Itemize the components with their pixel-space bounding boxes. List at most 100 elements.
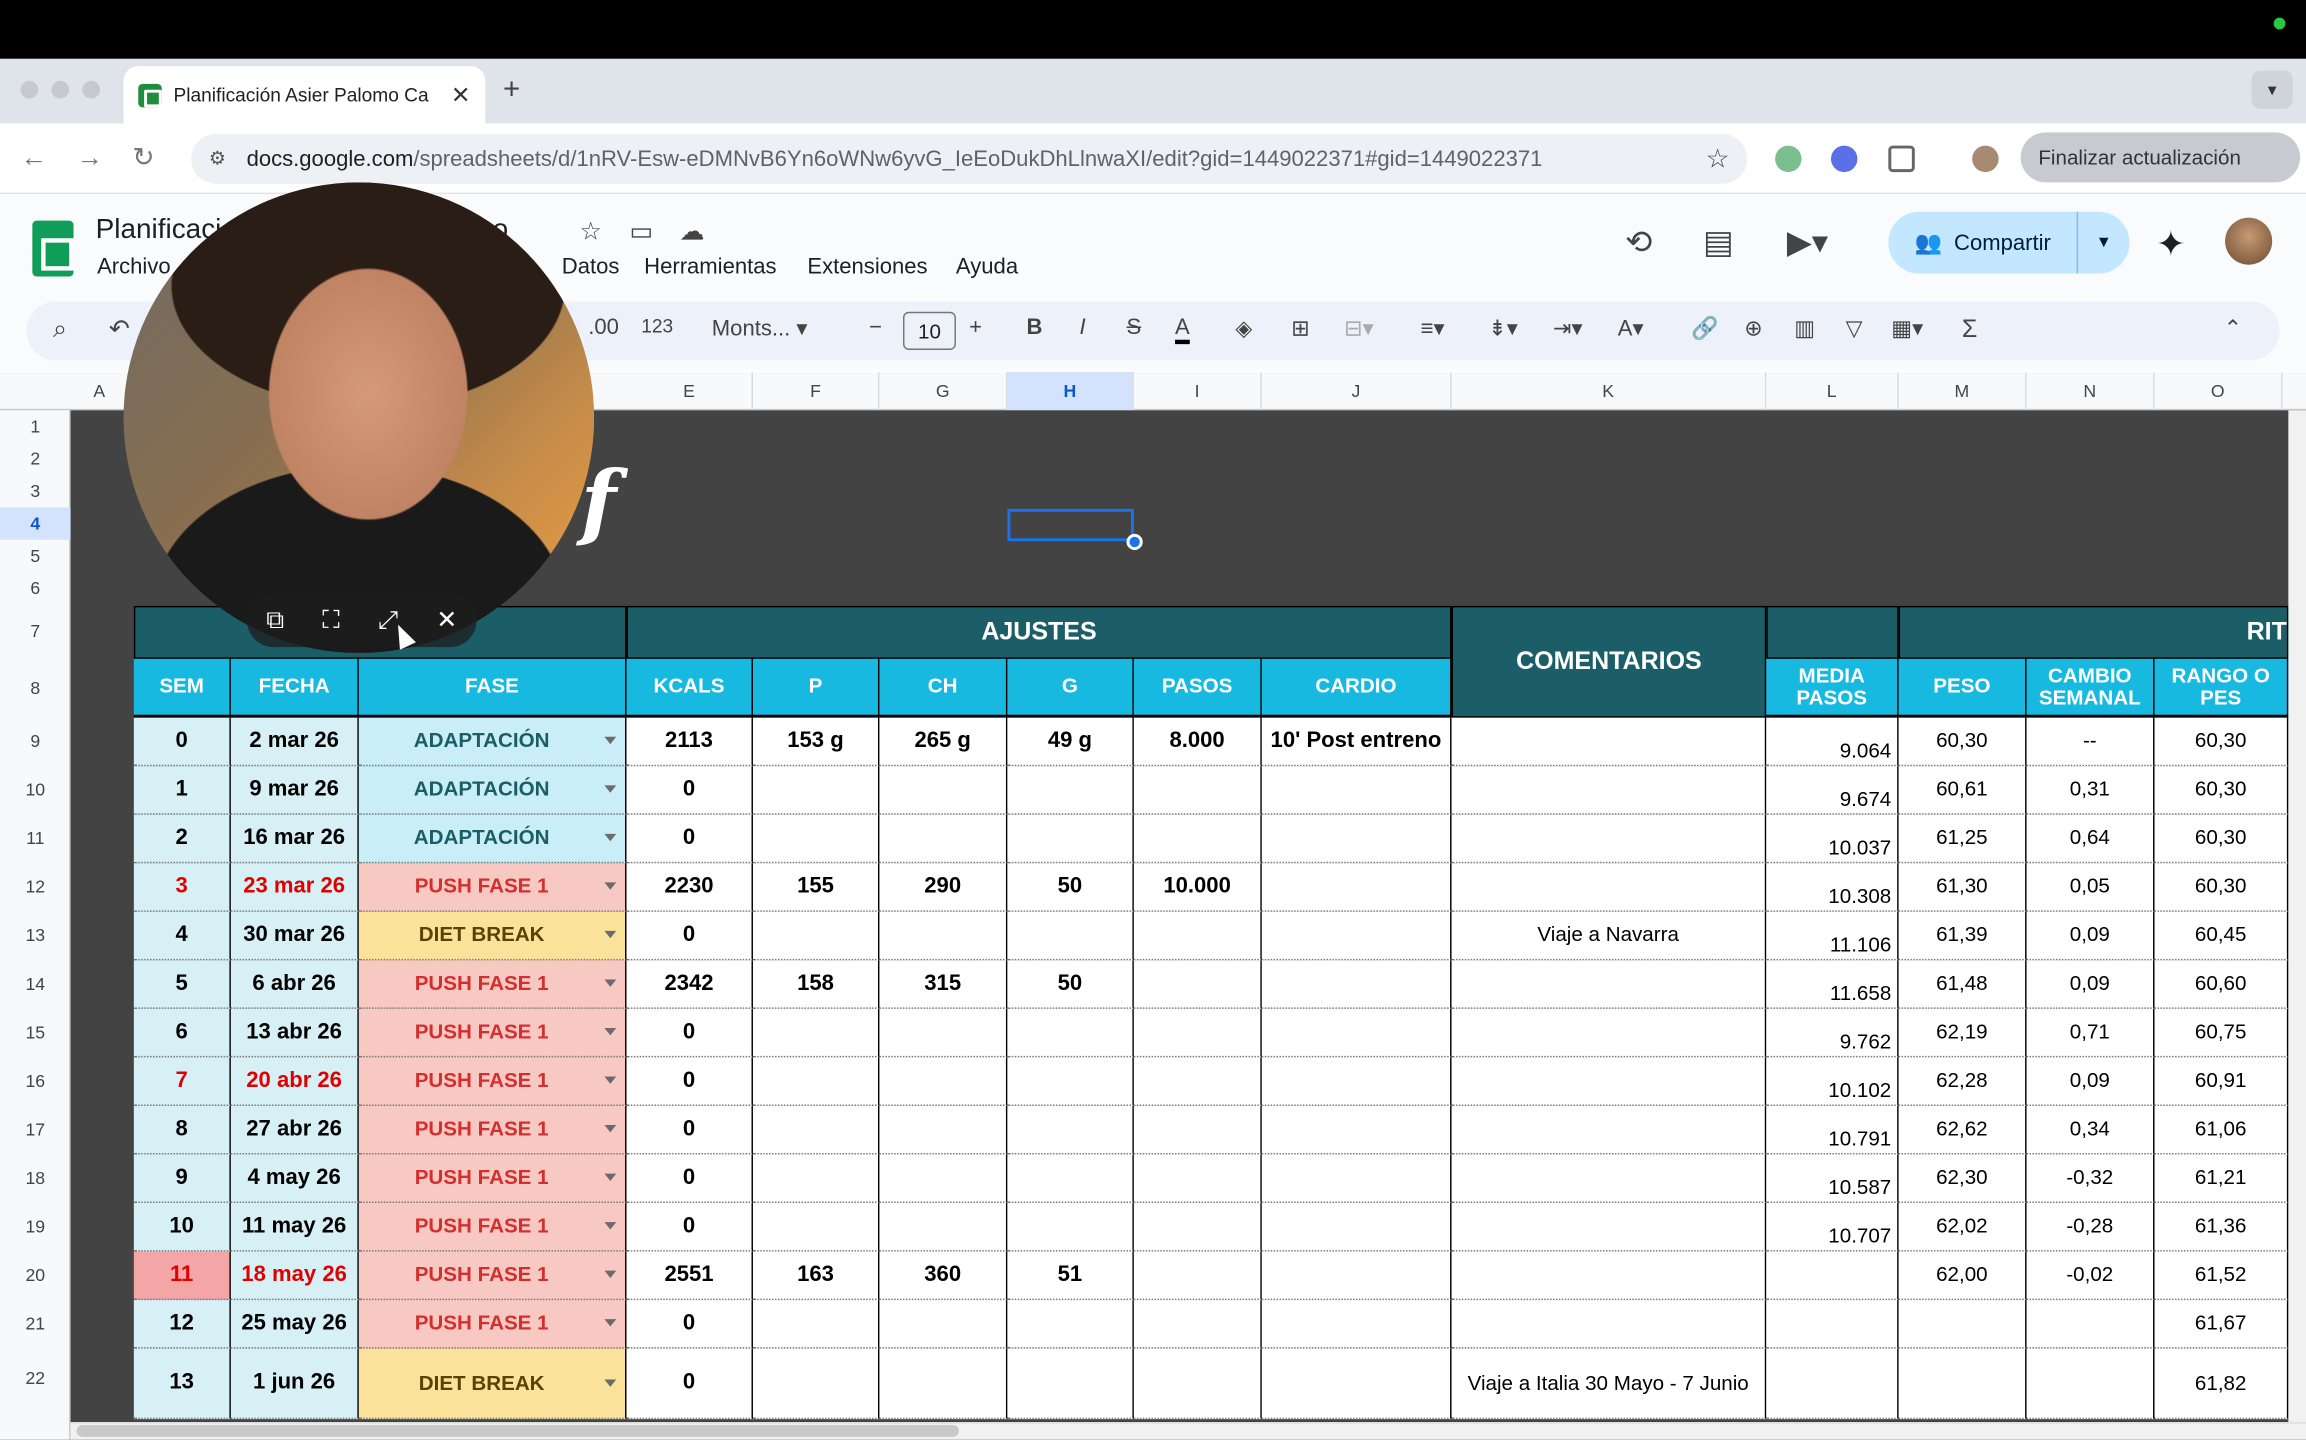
- table-cell-rango[interactable]: 61,67: [2154, 1300, 2289, 1349]
- insert-comment-icon[interactable]: ⊕: [1744, 315, 1762, 341]
- table-cell-peso[interactable]: 61,30: [1898, 863, 2027, 912]
- fase-dropdown[interactable]: PUSH FASE 1: [358, 1057, 627, 1106]
- align-icon[interactable]: ≡▾: [1421, 315, 1445, 341]
- table-cell-sem[interactable]: 12: [133, 1300, 231, 1349]
- table-cell-comentario[interactable]: [1451, 1008, 1767, 1058]
- fase-dropdown[interactable]: PUSH FASE 1: [358, 1251, 627, 1301]
- filter-icon[interactable]: ▽: [1846, 315, 1863, 341]
- table-cell-peso[interactable]: 62,62: [1898, 1105, 2027, 1155]
- fill-color-icon[interactable]: ◈: [1235, 315, 1252, 341]
- table-cell-sem[interactable]: 9: [133, 1154, 231, 1204]
- webcam-video-overlay[interactable]: [123, 182, 595, 653]
- table-cell-pasos[interactable]: [1133, 814, 1262, 864]
- table-cell-cambio[interactable]: 0,05: [2026, 863, 2155, 912]
- table-cell-rango[interactable]: 61,82: [2154, 1348, 2289, 1420]
- horizontal-scroll-thumb[interactable]: [76, 1425, 959, 1437]
- tab-search-icon[interactable]: ▾: [2251, 70, 2293, 109]
- minimize-window-icon[interactable]: [51, 80, 70, 99]
- table-cell-comentario[interactable]: [1451, 717, 1767, 767]
- row-header-14[interactable]: 14: [0, 960, 71, 1009]
- table-cell-p[interactable]: 163: [752, 1251, 880, 1301]
- fase-dropdown[interactable]: ADAPTACIÓN: [358, 766, 627, 815]
- table-cell-peso[interactable]: 62,28: [1898, 1057, 2027, 1106]
- table-cell-rango[interactable]: 60,91: [2154, 1057, 2289, 1106]
- table-cell-ch[interactable]: [879, 1348, 1008, 1420]
- table-cell-rango[interactable]: 60,30: [2154, 766, 2289, 815]
- table-cell-kcals[interactable]: 0: [626, 766, 753, 815]
- table-cell-sem[interactable]: 11: [133, 1251, 231, 1301]
- column-header-a[interactable]: A: [71, 372, 130, 411]
- table-cell-cambio[interactable]: 0,71: [2026, 1008, 2155, 1058]
- table-cell-kcals[interactable]: 0: [626, 814, 753, 864]
- dropdown-arrow-icon[interactable]: [604, 1173, 617, 1181]
- table-cell-comentario[interactable]: Viaje a Navarra: [1451, 911, 1767, 961]
- table-cell-sem[interactable]: 7: [133, 1057, 231, 1106]
- column-header-e[interactable]: E: [627, 372, 753, 411]
- table-cell-comentario[interactable]: [1451, 863, 1767, 912]
- row-header-19[interactable]: 19: [0, 1203, 71, 1252]
- table-cell-cardio[interactable]: [1261, 1203, 1452, 1252]
- table-cell-cambio[interactable]: [2026, 1348, 2155, 1420]
- table-cell-pasos[interactable]: [1133, 911, 1262, 961]
- table-cell-peso[interactable]: 62,30: [1898, 1154, 2027, 1204]
- table-cell-rango[interactable]: 61,52: [2154, 1251, 2289, 1301]
- table-cell-g[interactable]: 50: [1007, 960, 1134, 1009]
- row-header-3[interactable]: 3: [0, 475, 71, 507]
- table-cell-g[interactable]: [1007, 1057, 1134, 1106]
- table-cell-p[interactable]: 158: [752, 960, 880, 1009]
- table-cell-rango[interactable]: 60,60: [2154, 960, 2289, 1009]
- table-cell-media-pasos[interactable]: 10.707: [1766, 1203, 1899, 1252]
- row-header-11[interactable]: 11: [0, 815, 71, 864]
- dropdown-arrow-icon[interactable]: [604, 1319, 617, 1327]
- menu-extensiones[interactable]: Extensiones: [807, 254, 927, 279]
- table-cell-rango[interactable]: 61,06: [2154, 1105, 2289, 1155]
- fase-dropdown[interactable]: ADAPTACIÓN: [358, 717, 627, 767]
- table-cell-media-pasos[interactable]: [1766, 1251, 1899, 1301]
- table-cell-fecha[interactable]: 4 may 26: [230, 1154, 359, 1204]
- dropdown-arrow-icon[interactable]: [604, 1378, 617, 1387]
- table-cell-peso[interactable]: 61,48: [1898, 960, 2027, 1009]
- close-window-icon[interactable]: [20, 80, 39, 99]
- table-cell-cardio[interactable]: [1261, 960, 1452, 1009]
- dropdown-arrow-icon[interactable]: [604, 833, 617, 842]
- table-cell-g[interactable]: [1007, 766, 1134, 815]
- table-cell-comentario[interactable]: [1451, 1203, 1767, 1252]
- row-header-16[interactable]: 16: [0, 1057, 71, 1106]
- table-cell-sem[interactable]: 1: [133, 766, 231, 815]
- table-cell-p[interactable]: [752, 766, 880, 815]
- forward-icon[interactable]: →: [76, 143, 102, 174]
- table-cell-peso[interactable]: 62,02: [1898, 1203, 2027, 1252]
- table-cell-sem[interactable]: 6: [133, 1008, 231, 1058]
- table-cell-pasos[interactable]: [1133, 1348, 1262, 1420]
- table-cell-comentario[interactable]: Viaje a Italia 30 Mayo - 7 Junio: [1451, 1348, 1767, 1420]
- open-external-icon[interactable]: ⧉: [266, 606, 284, 635]
- fase-dropdown[interactable]: ADAPTACIÓN: [358, 814, 627, 864]
- table-cell-peso[interactable]: 61,39: [1898, 911, 2027, 961]
- table-cell-pasos[interactable]: [1133, 1300, 1262, 1349]
- table-cell-pasos[interactable]: [1133, 1203, 1262, 1252]
- dropdown-arrow-icon[interactable]: [604, 785, 617, 793]
- table-cell-pasos[interactable]: [1133, 1008, 1262, 1058]
- table-cell-media-pasos[interactable]: [1766, 1348, 1899, 1420]
- table-cell-g[interactable]: [1007, 1300, 1134, 1349]
- row-header-21[interactable]: 21: [0, 1300, 71, 1349]
- table-cell-ch[interactable]: 265 g: [879, 717, 1008, 767]
- table-cell-comentario[interactable]: [1451, 814, 1767, 864]
- profile-avatar[interactable]: [1972, 145, 1999, 173]
- search-menus-icon[interactable]: ⌕: [53, 315, 67, 344]
- share-button[interactable]: 👥 Compartir ▼: [1888, 211, 2130, 274]
- number-format-icon[interactable]: 123: [641, 315, 673, 337]
- table-cell-fecha[interactable]: 23 mar 26: [230, 863, 359, 912]
- table-cell-cambio[interactable]: 0,09: [2026, 1057, 2155, 1106]
- table-cell-p[interactable]: [752, 1348, 880, 1420]
- insert-link-icon[interactable]: 🔗: [1691, 315, 1718, 341]
- column-header-n[interactable]: N: [2027, 372, 2155, 411]
- browser-tab[interactable]: Planificación Asier Palomo Ca ✕: [123, 66, 486, 124]
- dropdown-arrow-icon[interactable]: [604, 1076, 617, 1084]
- strikethrough-icon[interactable]: S: [1127, 315, 1142, 340]
- column-header-k[interactable]: K: [1452, 372, 1767, 411]
- table-cell-pasos[interactable]: 10.000: [1133, 863, 1262, 912]
- table-cell-sem[interactable]: 0: [133, 717, 231, 767]
- table-cell-media-pasos[interactable]: 10.037: [1766, 814, 1899, 864]
- fase-dropdown[interactable]: PUSH FASE 1: [358, 960, 627, 1009]
